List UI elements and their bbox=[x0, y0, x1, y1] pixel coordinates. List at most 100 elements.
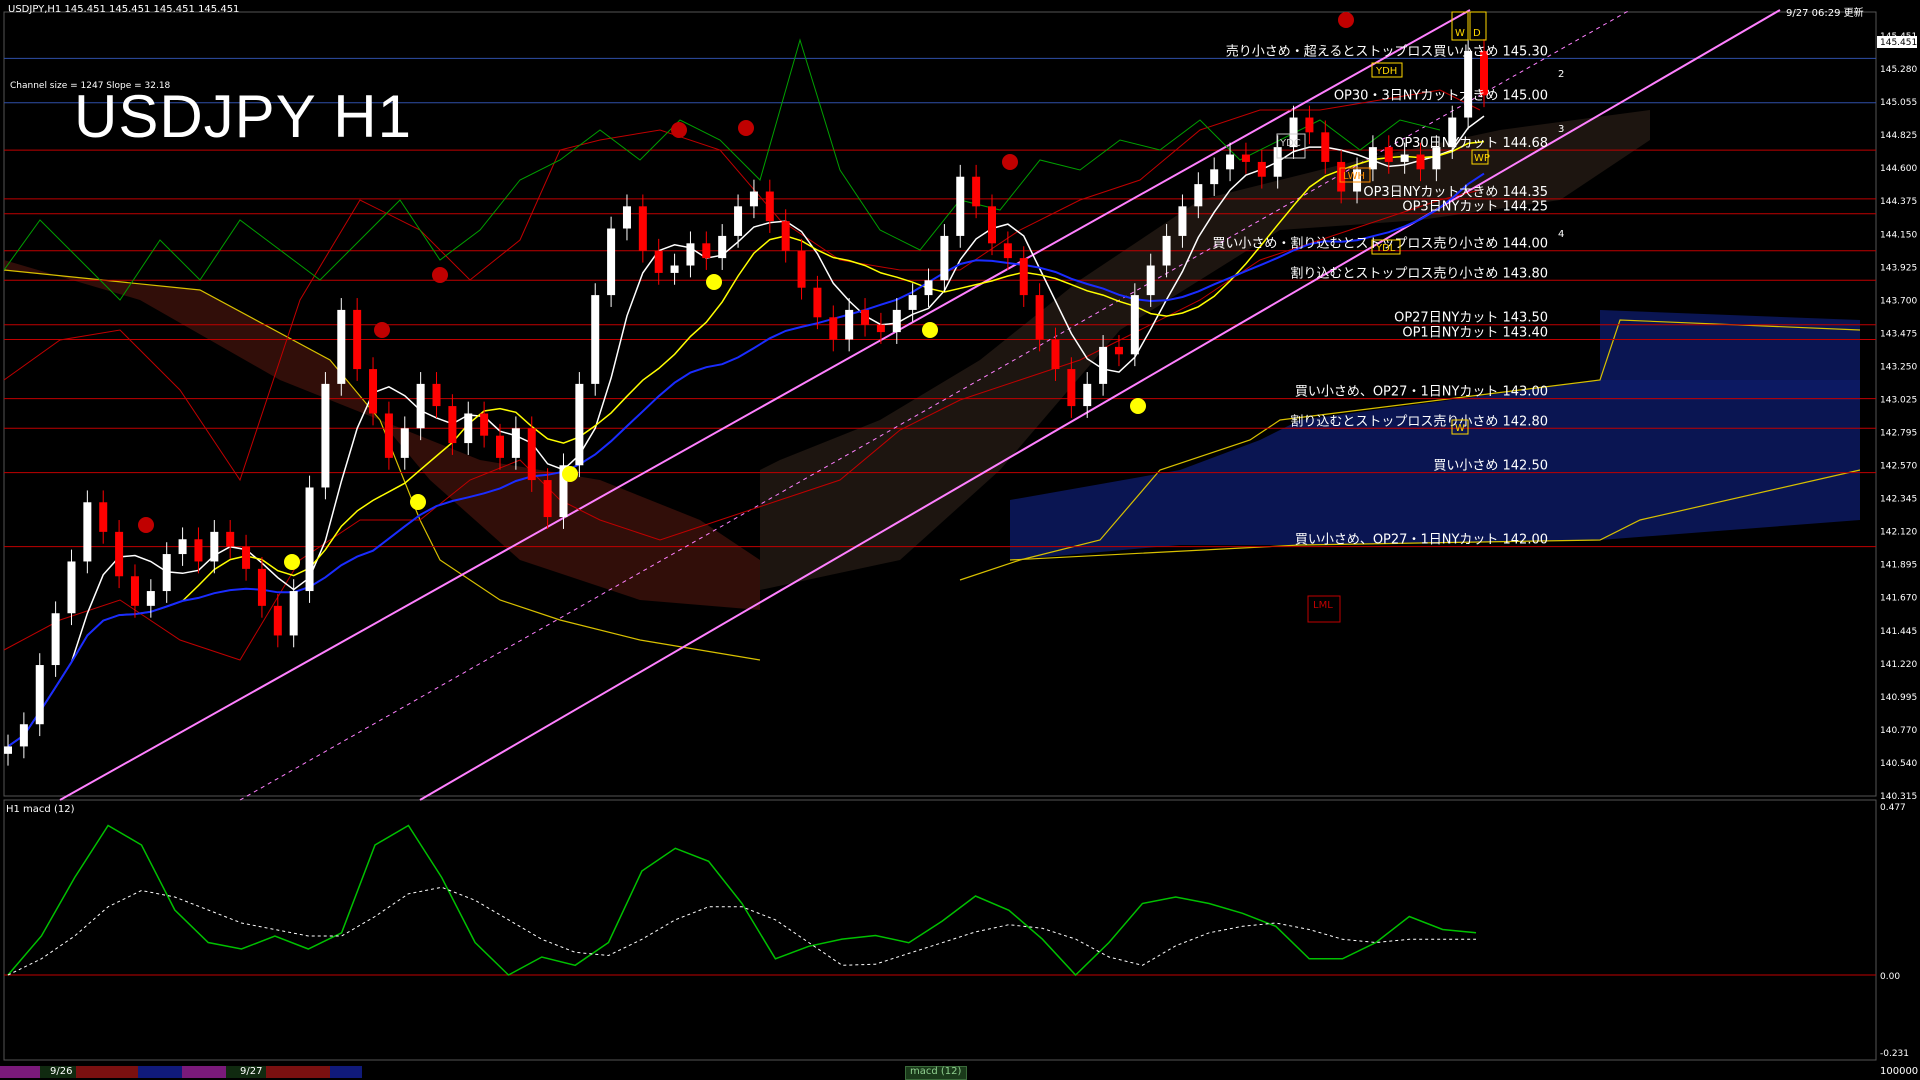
candle-body bbox=[369, 369, 378, 414]
candle-body bbox=[1257, 161, 1266, 177]
status-right: 100000 bbox=[1880, 1066, 1919, 1077]
candle-body bbox=[1019, 258, 1028, 296]
price-tick: 140.540 bbox=[1880, 759, 1917, 769]
candle-body bbox=[813, 287, 822, 318]
macd-indicator-label: H1 macd (12) bbox=[6, 804, 75, 815]
candle-body bbox=[146, 591, 155, 606]
candle-body bbox=[702, 243, 711, 259]
price-tick: 143.925 bbox=[1880, 263, 1917, 273]
price-tick: 141.445 bbox=[1880, 627, 1917, 637]
macd-axis-top: 0.477 bbox=[1880, 803, 1906, 813]
candle-body bbox=[416, 383, 425, 429]
macd-panel-frame bbox=[3, 799, 1877, 1061]
candle-body bbox=[543, 480, 552, 518]
lml-label: LML bbox=[1313, 600, 1333, 611]
candle-body bbox=[1321, 132, 1330, 162]
macd-axis-bottom: -0.231 bbox=[1880, 1049, 1909, 1059]
price-tick: 140.995 bbox=[1880, 693, 1917, 703]
candle-body bbox=[337, 309, 346, 384]
candle-body bbox=[1226, 154, 1235, 170]
price-tick: 142.570 bbox=[1880, 462, 1917, 472]
candle-body bbox=[35, 665, 44, 725]
candle-body bbox=[1130, 295, 1139, 355]
candle-body bbox=[178, 539, 187, 555]
price-tick: 141.670 bbox=[1880, 594, 1917, 604]
session-segment bbox=[182, 1066, 226, 1078]
candle-body bbox=[448, 406, 457, 444]
price-tick: 143.475 bbox=[1880, 329, 1917, 339]
price-tick: 143.700 bbox=[1880, 296, 1917, 306]
price-tick: 144.600 bbox=[1880, 164, 1917, 174]
candle-body bbox=[480, 413, 489, 436]
level-label: 売り小さめ・超えるとストップロス買い小さめ 145.30 bbox=[1226, 43, 1548, 59]
candle-body bbox=[242, 546, 251, 569]
date-label-927: 9/27 bbox=[240, 1066, 263, 1077]
price-tick: 142.345 bbox=[1880, 495, 1917, 505]
candle-body bbox=[781, 221, 790, 251]
w-top-label: W bbox=[1455, 28, 1465, 39]
candle-body bbox=[1210, 169, 1219, 185]
candle-body bbox=[305, 487, 314, 592]
candle-body bbox=[321, 383, 330, 488]
candle-body bbox=[988, 206, 996, 244]
candle-body bbox=[115, 531, 124, 577]
price-tick: 145.055 bbox=[1880, 98, 1917, 108]
status-bar: 9/26 9/27 macd (12) 100000 bbox=[0, 1064, 1920, 1080]
price-tick: 142.120 bbox=[1880, 528, 1917, 538]
level-label: OP3日NYカット大きめ 144.35 bbox=[1363, 185, 1548, 200]
candle-body bbox=[797, 250, 806, 288]
lwh-label: LWH bbox=[1343, 171, 1365, 182]
price-tick: 140.315 bbox=[1880, 792, 1917, 802]
candle-body bbox=[1146, 265, 1155, 296]
candle-body bbox=[1162, 235, 1171, 266]
candle-body bbox=[765, 191, 774, 222]
price-tick: 143.250 bbox=[1880, 362, 1917, 372]
price-tick: 141.895 bbox=[1880, 561, 1917, 571]
candle-body bbox=[289, 591, 298, 636]
candle-body bbox=[924, 280, 933, 296]
level-label: OP30日NYカット 144.68 bbox=[1394, 136, 1548, 151]
session-segment bbox=[330, 1066, 362, 1078]
candle-body bbox=[527, 428, 536, 481]
candle-body bbox=[1114, 346, 1123, 355]
candle-body bbox=[99, 502, 108, 532]
price-tick: 144.150 bbox=[1880, 230, 1917, 240]
channel-label-3: 3 bbox=[1558, 124, 1564, 135]
candle-body bbox=[1368, 147, 1377, 170]
level-label: 買い小さめ 142.50 bbox=[1433, 459, 1548, 474]
candle-body bbox=[908, 295, 917, 310]
candle-body bbox=[861, 309, 870, 325]
candle-body bbox=[257, 568, 266, 606]
chart-canvas[interactable]: 売り小さめ・超えるとストップロス買い小さめ 145.30 OP30・3日NYカット… bbox=[0, 0, 1920, 1080]
session-segment bbox=[138, 1066, 182, 1078]
candle-body bbox=[4, 746, 12, 754]
current-price: 145.451 bbox=[1880, 38, 1917, 48]
price-tick: 145.280 bbox=[1880, 65, 1917, 75]
candle-body bbox=[622, 206, 631, 229]
candle-body bbox=[829, 317, 838, 340]
candle-body bbox=[353, 309, 362, 370]
date-label-926: 9/26 bbox=[50, 1066, 73, 1077]
update-timestamp: 9/27 06:29 更新 bbox=[1786, 8, 1864, 19]
candle-body bbox=[892, 309, 901, 333]
candle-body bbox=[400, 428, 409, 458]
price-tick: 144.375 bbox=[1880, 197, 1917, 207]
macd-axis-zero: 0.00 bbox=[1880, 972, 1900, 982]
level-label: OP27日NYカット 143.50 bbox=[1394, 311, 1548, 326]
level-label: OP3日NYカット 144.25 bbox=[1402, 200, 1548, 215]
indicator-tab-label: macd (12) bbox=[910, 1066, 962, 1077]
ydh-label: YDH bbox=[1375, 66, 1397, 77]
level-label: 買い小さめ、OP27・1日NYカット 143.00 bbox=[1295, 385, 1548, 400]
level-label: 買い小さめ、OP27・1日NYカット 142.00 bbox=[1295, 533, 1548, 548]
candle-body bbox=[1035, 295, 1044, 340]
candle-body bbox=[718, 235, 727, 259]
d-top-label: D bbox=[1473, 28, 1481, 39]
candle-body bbox=[1003, 243, 1012, 259]
candle-body bbox=[670, 265, 679, 273]
candle-body bbox=[1400, 154, 1409, 162]
candle-body bbox=[1178, 206, 1187, 236]
candle-body bbox=[1194, 184, 1203, 207]
price-tick: 140.770 bbox=[1880, 726, 1917, 736]
level-label: OP30・3日NYカット大きめ 145.00 bbox=[1334, 89, 1548, 104]
candle-body bbox=[1083, 383, 1092, 407]
